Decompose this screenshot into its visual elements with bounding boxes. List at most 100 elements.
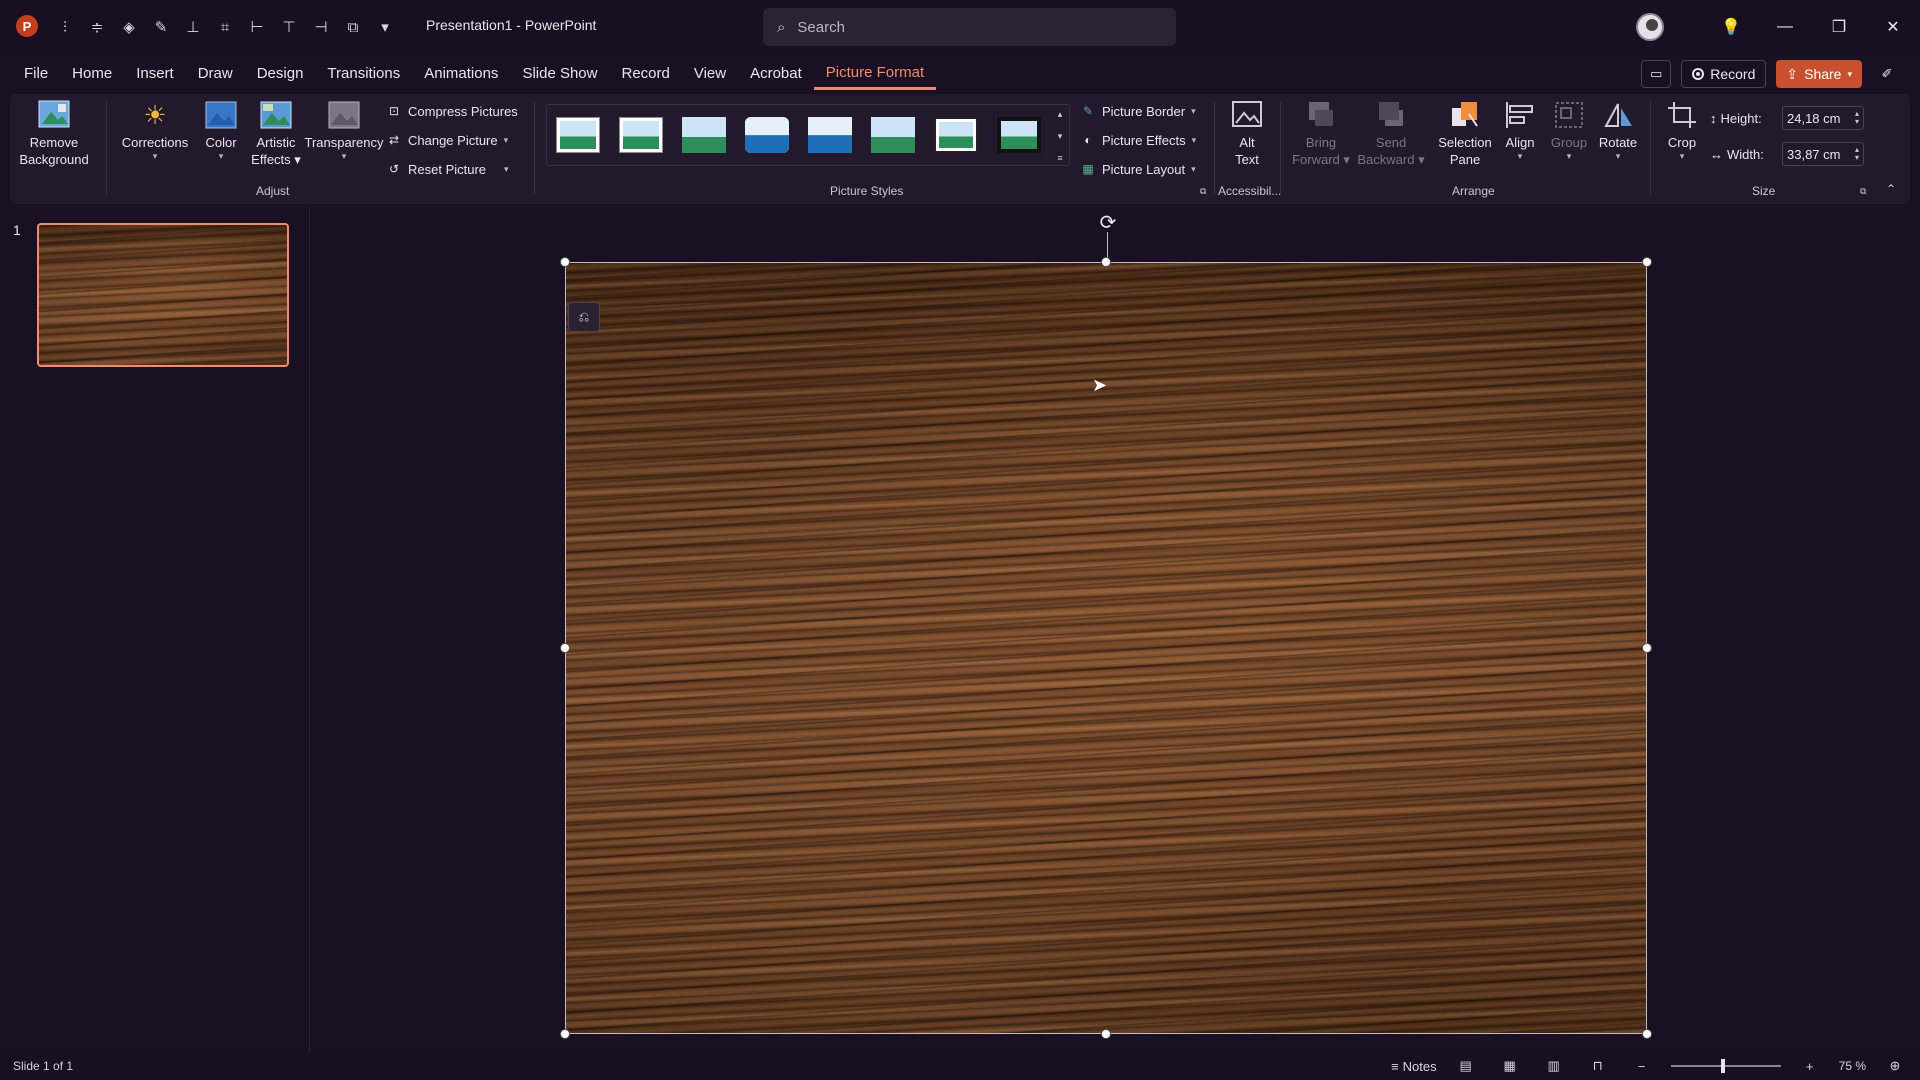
send-backward-button[interactable]: Send Backward ▾ bbox=[1354, 100, 1428, 168]
resize-handle-top-right[interactable] bbox=[1642, 257, 1652, 267]
style-dark-frame[interactable] bbox=[997, 117, 1041, 153]
notes-button[interactable]: ≡ Notes bbox=[1391, 1056, 1437, 1076]
resize-handle-bottom-right[interactable] bbox=[1642, 1029, 1652, 1039]
width-spinner[interactable]: ▴ ▾ bbox=[1855, 146, 1859, 162]
width-input[interactable]: 33,87 cm ▴ ▾ bbox=[1782, 142, 1864, 166]
style-black-frame[interactable] bbox=[934, 117, 978, 153]
compress-pictures-button[interactable]: ⊡ Compress Pictures bbox=[386, 100, 518, 122]
selection-pane-icon bbox=[1448, 100, 1482, 130]
resize-handle-bottom[interactable] bbox=[1101, 1029, 1111, 1039]
gallery-scroll[interactable]: ▴ ▾ ≡ bbox=[1051, 105, 1069, 167]
height-label: Height: bbox=[1720, 110, 1762, 126]
distribute-icon[interactable]: ≑ bbox=[84, 14, 110, 40]
height-spinner[interactable]: ▴ ▾ bbox=[1855, 110, 1859, 126]
tab-home[interactable]: Home bbox=[60, 58, 124, 90]
bring-forward-button[interactable]: Bring Forward ▾ bbox=[1290, 100, 1352, 168]
reset-picture-button[interactable]: ↺ Reset Picture ▾ bbox=[386, 158, 509, 180]
collapse-ribbon-icon[interactable]: ⌃ bbox=[1886, 182, 1896, 196]
tab-design[interactable]: Design bbox=[245, 58, 316, 90]
style-thick-frame[interactable] bbox=[619, 117, 663, 153]
zoom-out-icon[interactable]: − bbox=[1627, 1056, 1657, 1076]
normal-view-icon[interactable]: ▤ bbox=[1451, 1056, 1481, 1076]
resize-handle-left[interactable] bbox=[560, 643, 570, 653]
style-rounded[interactable] bbox=[745, 117, 789, 153]
layout-options-icon[interactable]: ⎌ bbox=[568, 302, 600, 332]
avatar[interactable] bbox=[1636, 13, 1664, 41]
align-center-icon[interactable]: ⫶ bbox=[52, 14, 78, 40]
slide-count: Slide 1 of 1 bbox=[13, 1059, 74, 1073]
align-left-icon[interactable]: ⊢ bbox=[244, 14, 270, 40]
minimize-button[interactable]: — bbox=[1758, 0, 1812, 54]
rotate-handle-icon[interactable]: ⟳ bbox=[1096, 210, 1120, 234]
height-input[interactable]: 24,18 cm ▴ ▾ bbox=[1782, 106, 1864, 130]
rotate-button[interactable]: Rotate ▾ bbox=[1594, 100, 1642, 161]
slideshow-view-icon[interactable]: ⊓ bbox=[1583, 1056, 1613, 1076]
corrections-button[interactable]: ☀ Corrections ▾ bbox=[114, 100, 196, 162]
crop-button[interactable]: Crop ▾ bbox=[1660, 100, 1704, 161]
tab-animations[interactable]: Animations bbox=[412, 58, 510, 90]
search-box[interactable]: ⌕ Search bbox=[763, 8, 1176, 46]
tab-picture-format[interactable]: Picture Format bbox=[813, 58, 937, 90]
draw-icon[interactable]: ✎ bbox=[148, 14, 174, 40]
fit-to-window-icon[interactable]: ⊕ bbox=[1880, 1056, 1910, 1076]
picture-effects-button[interactable]: ◐ Picture Effects ▾ bbox=[1080, 129, 1196, 151]
chevron-up-icon[interactable]: ▴ bbox=[1058, 109, 1063, 120]
align-top-icon[interactable]: ⊤ bbox=[276, 14, 302, 40]
restore-button[interactable]: ❐ bbox=[1812, 0, 1866, 54]
tab-view[interactable]: View bbox=[682, 58, 738, 90]
comments-icon[interactable]: ▭ bbox=[1641, 60, 1672, 88]
share-button[interactable]: ⇪ Share ▾ bbox=[1776, 60, 1862, 88]
tab-acrobat[interactable]: Acrobat bbox=[738, 58, 814, 90]
picture-border-button[interactable]: ✎ Picture Border ▾ bbox=[1080, 100, 1196, 122]
corrections-label: Corrections bbox=[121, 135, 189, 150]
artistic-effects-button[interactable]: Artistic Effects ▾ bbox=[246, 100, 306, 168]
selection-pane-button[interactable]: Selection Pane bbox=[1434, 100, 1496, 168]
style-soft-edge[interactable] bbox=[808, 117, 852, 153]
transparency-button[interactable]: Transparency ▾ bbox=[304, 100, 384, 161]
powerpoint-logo-icon: P bbox=[16, 15, 38, 37]
zoom-slider-thumb[interactable] bbox=[1720, 1059, 1725, 1073]
dialog-launcher-icon[interactable]: ⧉ bbox=[1200, 186, 1206, 197]
color-button[interactable]: Color ▾ bbox=[196, 100, 246, 161]
copilot-icon[interactable]: ✐ bbox=[1872, 60, 1902, 88]
change-picture-button[interactable]: ⇄ Change Picture ▾ bbox=[386, 129, 508, 151]
tab-insert[interactable]: Insert bbox=[124, 58, 186, 90]
resize-handle-top-left[interactable] bbox=[560, 257, 570, 267]
close-button[interactable]: ✕ bbox=[1866, 0, 1920, 54]
reading-view-icon[interactable]: ▥ bbox=[1539, 1056, 1569, 1076]
slide-sorter-icon[interactable]: ▦ bbox=[1495, 1056, 1525, 1076]
zoom-slider[interactable] bbox=[1670, 1059, 1781, 1073]
slide-thumbnail[interactable] bbox=[37, 223, 289, 367]
crop-icon[interactable]: ⌗ bbox=[212, 14, 238, 40]
height-icon: ↕ bbox=[1710, 110, 1717, 126]
tab-transitions[interactable]: Transitions bbox=[315, 58, 412, 90]
picture-layout-button[interactable]: ▦ Picture Layout ▾ bbox=[1080, 158, 1195, 180]
style-reflected[interactable] bbox=[871, 117, 915, 153]
resize-handle-right[interactable] bbox=[1642, 643, 1652, 653]
tab-draw[interactable]: Draw bbox=[186, 58, 245, 90]
customize-qat-icon[interactable]: ▾ bbox=[372, 14, 398, 40]
resize-handle-bottom-left[interactable] bbox=[560, 1029, 570, 1039]
shape-icon[interactable]: ◈ bbox=[116, 14, 142, 40]
remove-background-button[interactable]: Remove Background bbox=[19, 100, 89, 168]
tab-record[interactable]: Record bbox=[609, 58, 681, 90]
zoom-in-icon[interactable]: + bbox=[1795, 1056, 1825, 1076]
style-simple-frame[interactable] bbox=[556, 117, 600, 153]
style-shadow[interactable] bbox=[682, 117, 726, 153]
pane-divider[interactable] bbox=[309, 206, 310, 1052]
resize-handle-top[interactable] bbox=[1101, 257, 1111, 267]
tab-slide-show[interactable]: Slide Show bbox=[510, 58, 609, 90]
group-button[interactable]: Group ▾ bbox=[1546, 100, 1592, 161]
lightbulb-icon[interactable]: 💡 bbox=[1704, 0, 1758, 54]
align-button[interactable]: Align ▾ bbox=[1498, 100, 1542, 161]
zoom-level[interactable]: 75 % bbox=[1839, 1059, 1866, 1073]
record-button[interactable]: Record bbox=[1681, 60, 1767, 88]
size-dialog-launcher-icon[interactable]: ⧉ bbox=[1860, 186, 1866, 197]
gallery-more-icon[interactable]: ≡ bbox=[1057, 153, 1062, 163]
group-objects-icon[interactable]: ⧉ bbox=[340, 14, 366, 40]
align-right-icon[interactable]: ⊣ bbox=[308, 14, 334, 40]
align-bottom-icon[interactable]: ⊥ bbox=[180, 14, 206, 40]
alt-text-button[interactable]: Alt Text bbox=[1222, 100, 1272, 168]
tab-file[interactable]: File bbox=[12, 58, 60, 90]
chevron-down-icon[interactable]: ▾ bbox=[1058, 131, 1063, 142]
